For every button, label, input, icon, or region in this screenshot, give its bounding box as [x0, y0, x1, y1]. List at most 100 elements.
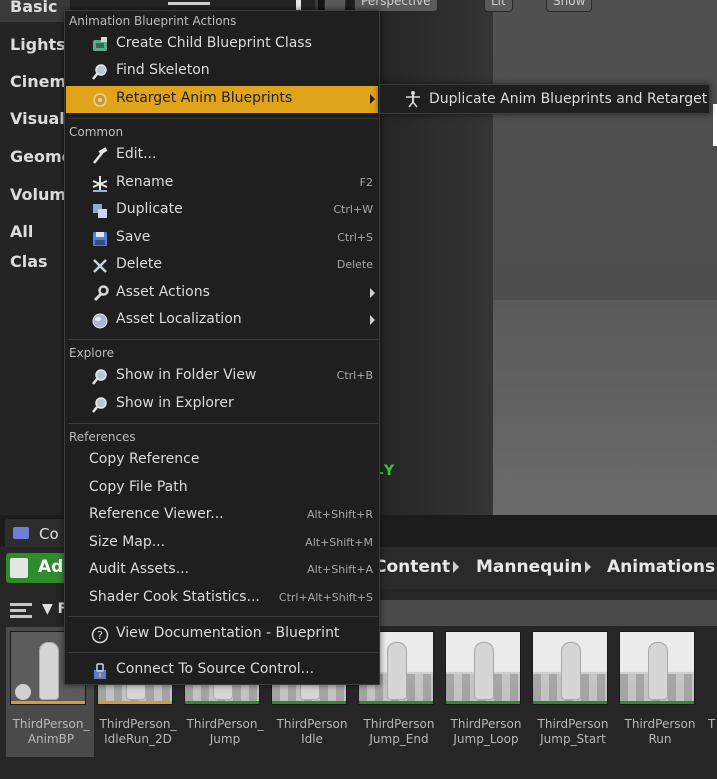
editor-window: Basic Lights Cinema Visual Geome Volume …: [0, 0, 717, 779]
wrench-icon: [93, 285, 109, 302]
retarget-icon: [93, 93, 107, 107]
menu-item-label: Show in Explorer: [116, 395, 234, 411]
menu-item-label: Edit...: [116, 146, 157, 162]
asset-context-menu: Animation Blueprint Actions Create Child…: [64, 10, 380, 685]
menu-item-label: Duplicate: [116, 201, 183, 217]
menu-shortcut: Ctrl+S: [337, 231, 373, 244]
category-basic[interactable]: Basic: [0, 0, 70, 22]
modes-tab-indicator: [168, 2, 210, 5]
menu-item-audit-assets[interactable]: Audit Assets... Alt+Shift+A: [66, 557, 378, 584]
menu-item-retarget-anim-blueprints[interactable]: Retarget Anim Blueprints: [66, 86, 378, 113]
section-header-common: Common: [69, 125, 124, 139]
asset-name: ThirdPerson_ Jump: [186, 717, 264, 746]
breadcrumb-mannequin[interactable]: Mannequin: [476, 557, 582, 577]
menu-divider: [68, 652, 378, 653]
menu-item-label: Size Map...: [89, 534, 166, 550]
section-header-explore: Explore: [69, 346, 115, 360]
menu-shortcut: Ctrl+Alt+Shift+S: [278, 591, 373, 604]
asset-thumbnail: [445, 631, 521, 705]
axis-y-label: Y: [384, 463, 395, 479]
category-cinematic[interactable]: Cinema: [0, 67, 77, 97]
menu-item-label: Delete: [116, 256, 162, 272]
menu-item-copy-reference[interactable]: Copy Reference: [66, 447, 378, 474]
asset-name: ThirdPerson Jump_End: [363, 717, 435, 746]
retarget-submenu: Duplicate Anim Blueprints and Retarget: [379, 84, 710, 114]
asset-name: ThirdPerson Jump_Loop: [450, 717, 522, 746]
breadcrumb-arrow-icon[interactable]: [585, 561, 591, 573]
view-options-icon[interactable]: [10, 603, 32, 619]
menu-item-shader-cook-statistics[interactable]: Shader Cook Statistics... Ctrl+Alt+Shift…: [66, 585, 378, 612]
menu-shortcut: Alt+Shift+R: [307, 508, 373, 521]
asset-thumbnail: [532, 631, 608, 705]
menu-item-asset-localization[interactable]: Asset Localization: [66, 307, 378, 334]
menu-shortcut: Delete: [336, 258, 373, 271]
menu-item-asset-actions[interactable]: Asset Actions: [66, 280, 378, 307]
asset-name: ThirdPerson Idle: [276, 717, 348, 746]
asset-thumbnail: [619, 631, 695, 705]
section-header-animation: Animation Blueprint Actions: [69, 14, 237, 28]
menu-item-size-map[interactable]: Size Map... Alt+Shift+M: [66, 530, 378, 557]
menu-item-duplicate-and-retarget[interactable]: Duplicate Anim Blueprints and Retarget: [429, 91, 707, 107]
menu-item-label: View Documentation - Blueprint: [116, 625, 340, 641]
menu-item-label: Connect To Source Control...: [116, 661, 315, 677]
menu-item-find-skeleton[interactable]: Find Skeleton: [66, 58, 378, 85]
menu-item-show-in-folder-view[interactable]: Show in Folder View Ctrl+B: [66, 363, 378, 390]
breadcrumb-animations[interactable]: Animations: [607, 557, 715, 577]
menu-item-edit[interactable]: Edit...: [66, 142, 378, 169]
asset-name: ThirdPerson Jump_Start: [537, 717, 609, 746]
menu-item-view-documentation[interactable]: ? View Documentation - Blueprint: [66, 621, 378, 648]
menu-shortcut: Alt+Shift+A: [307, 563, 373, 576]
menu-item-label: Rename: [116, 174, 174, 190]
edit-hammer-icon: [93, 147, 108, 164]
duplicate-icon: [93, 204, 107, 218]
menu-item-label: Show in Folder View: [116, 367, 257, 383]
magnifier-icon: [92, 64, 107, 80]
menu-shortcut: Ctrl+W: [333, 203, 373, 216]
submenu-arrow-icon: [370, 315, 375, 325]
category-all-classes[interactable]: All Clas: [0, 217, 70, 271]
menu-item-delete[interactable]: Delete Delete: [66, 252, 378, 279]
asset-name: ThirdPerson_ AnimBP: [12, 717, 90, 746]
asset-tile-jump-start[interactable]: ThirdPerson Jump_Start: [528, 627, 610, 757]
menu-item-create-child-blueprint[interactable]: Create Child Blueprint Class: [66, 31, 378, 58]
globe-icon: [92, 313, 108, 329]
show-button[interactable]: Show: [546, 0, 593, 12]
asset-tile-jump-loop[interactable]: ThirdPerson Jump_Loop: [441, 627, 523, 757]
modes-splitter-handle[interactable]: [296, 0, 301, 10]
menu-item-label: Copy File Path: [89, 479, 188, 495]
category-volumes[interactable]: Volume: [0, 180, 77, 210]
lit-button[interactable]: Lit: [484, 0, 513, 12]
svg-text:?: ?: [97, 629, 103, 642]
menu-item-rename[interactable]: Rename F2: [66, 170, 378, 197]
menu-shortcut: F2: [359, 176, 373, 189]
menu-item-label: Save: [116, 229, 151, 245]
menu-item-label: Asset Actions: [116, 284, 210, 300]
magnifier-icon: [92, 369, 107, 385]
menu-divider: [68, 616, 378, 617]
breadcrumb-arrow-icon[interactable]: [453, 561, 459, 573]
menu-item-label: Find Skeleton: [116, 62, 210, 78]
blueprint-badge-icon: [15, 684, 31, 700]
blueprint-child-icon: [93, 37, 107, 51]
category-geometry[interactable]: Geome: [0, 142, 73, 172]
menu-item-label: Copy Reference: [89, 451, 200, 467]
asset-tile-run[interactable]: ThirdPerson Run: [615, 627, 697, 757]
asset-tile-partial[interactable]: T: [702, 627, 717, 757]
menu-item-copy-file-path[interactable]: Copy File Path: [66, 475, 378, 502]
category-visual[interactable]: Visual: [0, 104, 70, 134]
menu-item-label: Retarget Anim Blueprints: [116, 90, 293, 106]
magnifier-icon: [92, 397, 107, 413]
menu-item-save[interactable]: Save Ctrl+S: [66, 225, 378, 252]
menu-item-show-in-explorer[interactable]: Show in Explorer: [66, 391, 378, 418]
menu-item-duplicate[interactable]: Duplicate Ctrl+W: [66, 197, 378, 224]
category-lights[interactable]: Lights: [0, 30, 70, 60]
menu-item-label: Create Child Blueprint Class: [116, 35, 312, 51]
search-assets-input[interactable]: [380, 600, 717, 626]
asset-name: ThirdPerson_ IdleRun_2D: [99, 717, 177, 746]
menu-shortcut: Alt+Shift+M: [305, 536, 373, 549]
menu-item-label: Shader Cook Statistics...: [89, 589, 260, 605]
breadcrumb-content[interactable]: Content: [374, 557, 450, 577]
menu-item-connect-source-control[interactable]: Connect To Source Control...: [66, 657, 378, 684]
menu-item-reference-viewer[interactable]: Reference Viewer... Alt+Shift+R: [66, 502, 378, 529]
asset-name: T: [708, 717, 716, 731]
